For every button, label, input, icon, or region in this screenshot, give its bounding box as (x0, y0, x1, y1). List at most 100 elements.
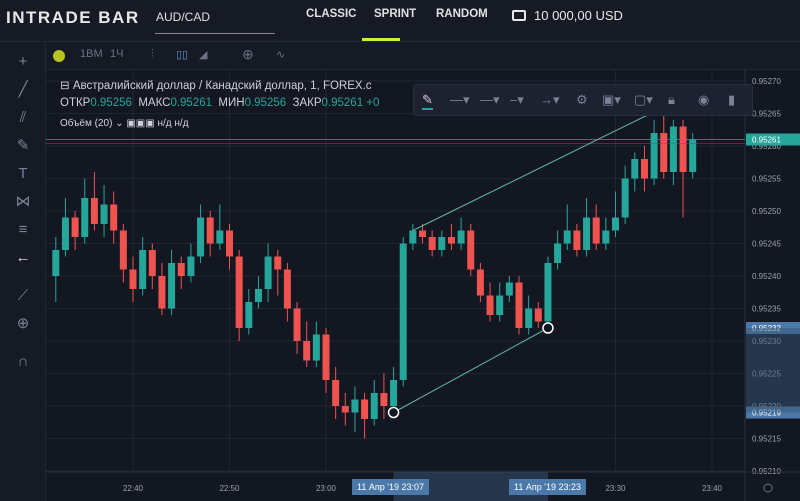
candle-body (612, 217, 619, 231)
price-tick: 0.95265 (752, 110, 781, 119)
candle-body (515, 282, 523, 328)
low-label: МИН (218, 97, 245, 109)
clone-icon[interactable]: ▢▾ (634, 92, 653, 108)
candle-body (61, 217, 69, 250)
candle (467, 224, 475, 276)
candle-body (409, 230, 417, 244)
line-width-dropdown[interactable]: —▾ (480, 92, 500, 108)
candle-body (71, 217, 79, 237)
candle-body (563, 230, 571, 244)
price-range-highlight (746, 328, 800, 413)
candle-body (322, 334, 330, 380)
layers-icon[interactable]: ▣▾ (602, 92, 621, 108)
candle-body (168, 263, 176, 309)
candle-body (100, 204, 108, 224)
candle-body (81, 198, 89, 237)
volume-na-1: н/д (157, 118, 172, 129)
time-label-start: 11 Апр '19 23:07 (352, 479, 429, 495)
candle-body (544, 263, 552, 322)
price-tick: 0.95235 (752, 305, 781, 314)
candle-body (216, 230, 224, 244)
candle-body (554, 243, 562, 263)
close-label: ЗАКР (292, 97, 322, 109)
price-chart[interactable]: 0.952700.952650.952600.952550.952500.952… (0, 0, 800, 501)
candle-body (447, 237, 455, 244)
time-tick: 22:50 (219, 484, 240, 493)
high-label: МАКС (138, 97, 171, 109)
candle-body (496, 295, 504, 315)
candle-body (669, 126, 677, 172)
candle-body (476, 269, 484, 296)
candle-body (486, 295, 494, 315)
high-value: 0.95261 (170, 97, 213, 109)
settings-circle-icon[interactable] (763, 483, 773, 493)
candle-body (332, 380, 340, 406)
volume-label[interactable]: Объём (20) (60, 118, 112, 129)
candle-body (399, 243, 407, 380)
candle-body (602, 230, 610, 244)
line-style-dropdown[interactable]: ‒▾ (510, 92, 524, 108)
line-end-dropdown[interactable]: →▾ (540, 92, 560, 108)
candle-body (90, 198, 98, 224)
candle-body (631, 159, 639, 179)
candle-body (303, 341, 311, 361)
time-label-end: 11 Апр '19 23:23 (509, 479, 586, 495)
collapse-icon[interactable]: ⊟ (60, 80, 73, 92)
time-tick: 23:00 (316, 484, 337, 493)
candle-body (139, 250, 147, 289)
low-value: 0.95256 (244, 97, 287, 109)
candle-body (505, 282, 513, 296)
candle-body (274, 256, 282, 270)
candle-body (390, 380, 398, 406)
candle-body (457, 230, 465, 244)
candle-body (245, 302, 253, 328)
candle-body (129, 269, 137, 289)
candle-body (264, 256, 272, 289)
price-tick: 0.95245 (752, 240, 781, 249)
candle-body (351, 399, 359, 413)
price-tick: 0.95250 (752, 207, 781, 216)
trendline-handle[interactable] (542, 322, 554, 334)
candle (515, 276, 523, 335)
candle (235, 250, 243, 341)
candle-body (660, 133, 668, 172)
candle-body (312, 334, 320, 361)
candle-body (254, 289, 262, 302)
candle-body (283, 269, 291, 309)
pencil-icon[interactable]: ✎ (422, 92, 433, 110)
settings-icon[interactable]: ⚙ (576, 92, 588, 108)
candle-body (52, 250, 60, 276)
close-value: 0.95261 (321, 97, 364, 109)
trendline-handle[interactable] (387, 406, 400, 419)
candle-body (679, 126, 687, 172)
lock-icon[interactable]: 🔒︎ (668, 92, 675, 108)
time-tick: 22:40 (123, 484, 144, 493)
open-label: ОТКР (60, 97, 91, 109)
symbol-title: Австралийский доллар / Канадский доллар,… (72, 80, 372, 92)
time-tick: 23:30 (605, 484, 626, 493)
candle-body (197, 217, 205, 257)
drawing-properties-toolbar: ✎ —▾ —▾ ‒▾ →▾ ⚙ ▣▾ ▢▾ 🔒︎ ◉ ▮ (413, 84, 753, 116)
candle-body (119, 230, 127, 270)
candle-body (158, 276, 166, 309)
line-color-dropdown[interactable]: —▾ (450, 92, 470, 108)
candle-body (592, 217, 600, 244)
candle-body (177, 263, 185, 276)
eye-icon[interactable]: ◉ (698, 92, 709, 108)
candle-body (438, 237, 446, 250)
candle (544, 256, 552, 328)
chart-legend: ⊟ Австралийский доллар / Канадский долла… (60, 80, 380, 129)
change-value: +0 (366, 97, 380, 109)
candle-body (467, 230, 475, 270)
candle-body (428, 237, 436, 250)
trash-icon[interactable]: ▮ (728, 92, 735, 108)
candle-body (148, 250, 156, 276)
candle-body (583, 217, 591, 250)
candle-body (293, 308, 301, 341)
candle-body (341, 406, 349, 413)
candle-body (640, 159, 648, 179)
volume-na-2: н/д (174, 118, 189, 129)
candle-body (187, 256, 195, 276)
candle-body (370, 393, 378, 419)
candle-body (226, 230, 233, 257)
